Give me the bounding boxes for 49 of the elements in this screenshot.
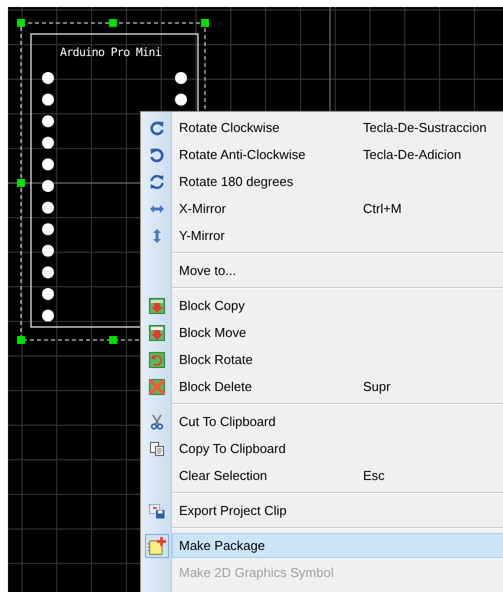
block-cross-icon: [148, 378, 164, 394]
menu-item[interactable]: Block Delete Supr: [141, 373, 503, 400]
pin-pad: [42, 223, 54, 236]
selection-handle[interactable]: [201, 19, 209, 27]
menu-item[interactable]: Rotate Anti-Clockwise Tecla-De-Adicion: [141, 141, 503, 168]
pin-pad: [42, 94, 54, 106]
component-label: Arduino Pro Mini: [60, 45, 162, 59]
menu-item[interactable]: Copy To Clipboard: [141, 435, 503, 462]
selection-handle[interactable]: [109, 336, 117, 344]
shortcut-text: Esc: [363, 468, 385, 483]
pin-pad: [42, 310, 54, 322]
shortcut-text: Supr: [363, 379, 390, 394]
counterclockwise-arrow-icon: [148, 146, 164, 162]
pin-pad: [175, 72, 187, 84]
pin-pad: [42, 202, 54, 214]
menu-item[interactable]: Block Move: [141, 319, 503, 346]
menu-item[interactable]: Cut To Clipboard: [141, 408, 503, 435]
selection-handle[interactable]: [17, 336, 25, 344]
selection-handle[interactable]: [109, 19, 117, 27]
menu-item[interactable]: Clear Selection Esc: [141, 462, 503, 489]
pin-pad: [42, 158, 54, 170]
scissors-icon: [148, 414, 164, 430]
clockwise-arrow-icon: [148, 120, 164, 136]
block-rotate-icon: [148, 352, 164, 368]
pin-pad: [42, 266, 54, 278]
menu-item[interactable]: Block Copy: [141, 292, 503, 319]
pin-pad: [42, 72, 54, 84]
documents-icon: [148, 440, 164, 456]
pin-pad: [42, 288, 54, 300]
menu-item[interactable]: Export Project Clip: [141, 497, 503, 524]
menu-item[interactable]: Rotate 180 degrees: [141, 168, 503, 195]
note-plus-icon: [144, 534, 168, 558]
circular-arrows-icon: [148, 174, 164, 190]
menu-item[interactable]: Block Rotate: [141, 346, 503, 373]
menu-item[interactable]: Y-Mirror: [141, 222, 503, 249]
floppy-disk-icon: [148, 502, 164, 518]
selection-handle[interactable]: [17, 179, 25, 187]
pin-pad: [42, 136, 54, 149]
shortcut-text: Tecla-De-Adicion: [363, 147, 462, 162]
pin-pad: [42, 244, 54, 257]
pin-pad: [42, 180, 54, 192]
pin-pad: [42, 115, 54, 128]
menu-item[interactable]: Move to...: [141, 257, 503, 284]
menu-item[interactable]: X-Mirror Ctrl+M: [141, 195, 503, 222]
shortcut-text: Tecla-De-Sustraccion: [363, 120, 487, 135]
pin-pad: [175, 94, 187, 106]
shortcut-text: Ctrl+M: [363, 201, 402, 216]
menu-item[interactable]: Rotate Clockwise Tecla-De-Sustraccion: [141, 114, 503, 141]
selection-handle[interactable]: [17, 19, 25, 27]
